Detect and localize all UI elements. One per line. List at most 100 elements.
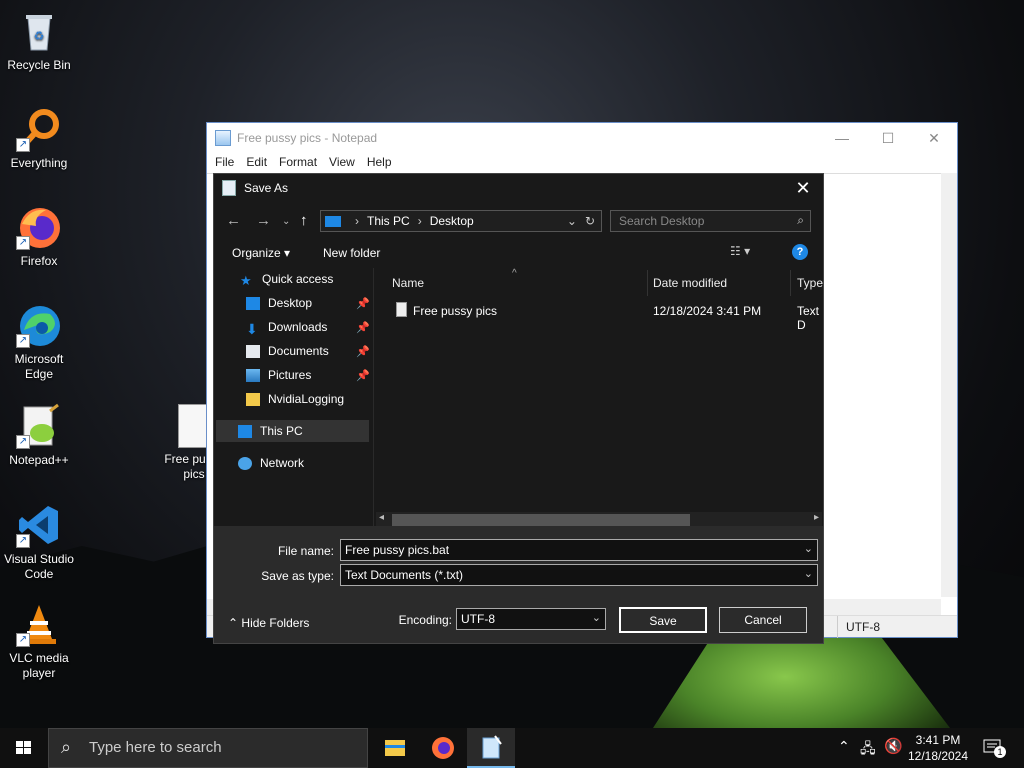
menu-file[interactable]: File (209, 153, 240, 173)
column-header-name[interactable]: Name (392, 276, 424, 290)
system-clock[interactable]: 3:41 PM 12/18/2024 (904, 732, 972, 764)
pin-icon[interactable]: 📌 (356, 369, 370, 382)
menu-edit[interactable]: Edit (240, 153, 273, 173)
search-input[interactable]: Search Desktop ⌕ (610, 210, 811, 232)
show-hidden-icons-chevron-icon[interactable]: ⌃ (838, 738, 850, 755)
text-file-icon (178, 404, 208, 448)
chevron-down-icon[interactable]: ⌄ (804, 542, 813, 555)
svg-text:♻: ♻ (34, 29, 45, 43)
notepad-icon (215, 130, 231, 146)
desktop-icon-everything[interactable]: ↗ Everything (3, 106, 75, 171)
nav-this-pc[interactable]: This PC (216, 420, 369, 442)
organize-button[interactable]: Organize ▾ (232, 246, 290, 260)
desktop-icon-microsoft-edge[interactable]: ↗ Microsoft Edge (3, 302, 75, 382)
file-name-label: File name: (277, 544, 334, 558)
network-icon[interactable]: 🖧 (860, 738, 876, 762)
action-center-button[interactable]: 1 (982, 736, 1006, 760)
taskbar-notepad[interactable] (467, 728, 515, 768)
volume-muted-icon[interactable]: 🔇 (884, 737, 903, 755)
status-encoding: UTF-8 (837, 616, 880, 638)
column-separator[interactable] (647, 270, 648, 296)
dialog-title: Save As (244, 181, 289, 195)
column-separator[interactable] (790, 270, 791, 296)
desktop-icon-label: Everything (10, 156, 68, 170)
help-icon[interactable]: ? (792, 244, 808, 260)
save-as-dialog: Save As ✕ ← → ⌄ ↑ › This PC › Desktop ⌄ … (213, 173, 824, 644)
this-pc-icon (325, 215, 341, 227)
file-name-input[interactable]: Free pussy pics.bat ⌄ (340, 539, 818, 561)
desktop-icon-firefox[interactable]: ↗ Firefox (3, 204, 75, 269)
command-bar: Organize ▾ New folder ☷ ▾ ? (214, 240, 823, 266)
search-placeholder: Search Desktop (619, 214, 705, 228)
cancel-button[interactable]: Cancel (719, 607, 807, 633)
taskbar-file-explorer[interactable] (371, 728, 419, 768)
pin-icon[interactable]: 📌 (356, 321, 370, 334)
pin-icon[interactable]: 📌 (356, 345, 370, 358)
new-folder-button[interactable]: New folder (323, 246, 380, 260)
minimize-icon[interactable]: — (819, 130, 865, 147)
navigation-pane: ★ Quick access Desktop 📌 ⬇ Downloads 📌 D… (214, 268, 371, 526)
chevron-down-icon[interactable]: ⌄ (592, 611, 601, 624)
save-as-type-select[interactable]: Text Documents (*.txt) ⌄ (340, 564, 818, 586)
nav-network[interactable]: Network (238, 452, 304, 474)
horizontal-scrollbar[interactable]: ◂ ▸ (376, 512, 822, 526)
scroll-right-icon[interactable]: ▸ (814, 512, 819, 523)
save-button[interactable]: Save (619, 607, 707, 633)
breadcrumb-separator-icon: › (355, 214, 359, 228)
file-date: 12/18/2024 3:41 PM (653, 304, 762, 318)
taskbar-search-box[interactable]: ⌕ Type here to search (48, 728, 368, 768)
download-arrow-icon: ⬇ (246, 320, 258, 337)
nav-quick-access[interactable]: ★ Quick access (240, 268, 333, 290)
chevron-down-icon[interactable]: ⌄ (567, 214, 577, 228)
chevron-down-icon[interactable]: ⌄ (804, 567, 813, 580)
nav-nvidialogging[interactable]: NvidiaLogging (246, 388, 344, 410)
desktop-icon-vlc[interactable]: ↗ VLC media player (3, 601, 75, 681)
menu-format[interactable]: Format (273, 153, 323, 173)
close-icon[interactable]: ✕ (911, 130, 957, 147)
encoding-select[interactable]: UTF-8 ⌄ (456, 608, 606, 630)
up-arrow-icon[interactable]: ↑ (300, 212, 308, 229)
view-options-icon[interactable]: ☷ ▾ (730, 244, 750, 258)
recent-chevron-down-icon[interactable]: ⌄ (282, 216, 290, 227)
scroll-left-icon[interactable]: ◂ (379, 512, 384, 523)
shortcut-arrow-icon: ↗ (16, 435, 30, 449)
menu-help[interactable]: Help (361, 153, 398, 173)
desktop-folder-icon (246, 296, 260, 310)
vertical-scrollbar[interactable] (941, 173, 957, 597)
column-header-type[interactable]: Type (797, 276, 823, 290)
taskbar-firefox[interactable] (419, 728, 467, 768)
notepad-icon (482, 735, 502, 759)
close-icon[interactable]: ✕ (783, 178, 823, 199)
vscode-icon: ↗ (16, 502, 62, 548)
desktop-icon-vscode[interactable]: ↗ Visual Studio Code (3, 502, 75, 582)
desktop-icon-recycle-bin[interactable]: ♻ Recycle Bin (3, 8, 75, 73)
breadcrumb-desktop[interactable]: Desktop (430, 214, 474, 228)
scrollbar-thumb[interactable] (392, 514, 690, 526)
menu-view[interactable]: View (323, 153, 361, 173)
desktop-icon-notepad-plus-plus[interactable]: ↗ Notepad++ (3, 403, 75, 468)
hide-folders-button[interactable]: ⌃ Hide Folders (228, 616, 309, 630)
dialog-title-bar[interactable]: Save As ✕ (214, 174, 823, 202)
file-name: Free pussy pics (413, 304, 498, 318)
breadcrumb-this-pc[interactable]: This PC (367, 214, 410, 228)
refresh-icon[interactable]: ↻ (585, 214, 595, 228)
text-file-icon (396, 302, 407, 317)
desktop-icon-label: VLC media player (9, 651, 69, 680)
maximize-icon[interactable]: ☐ (865, 130, 911, 147)
clock-time: 3:41 PM (915, 733, 961, 747)
vlc-cone-icon: ↗ (16, 601, 62, 647)
address-bar[interactable]: › This PC › Desktop ⌄ ↻ (320, 210, 602, 232)
desktop-icon-label: Visual Studio Code (4, 552, 74, 581)
windows-logo-icon (16, 741, 31, 754)
taskbar: ⌕ Type here to search ⌃ 🖧 🔇 3:41 PM 12/1… (0, 728, 1024, 768)
notepad-title-bar[interactable]: Free pussy pics - Notepad — ☐ ✕ (207, 123, 957, 153)
this-pc-icon (238, 424, 252, 438)
desktop-icon-label: Microsoft Edge (14, 352, 64, 381)
column-header-date-modified[interactable]: Date modified (653, 276, 727, 290)
back-arrow-icon[interactable]: ← (226, 212, 241, 229)
start-button[interactable] (0, 728, 48, 768)
taskbar-search-placeholder: Type here to search (89, 739, 222, 756)
shortcut-arrow-icon: ↗ (16, 236, 30, 250)
forward-arrow-icon[interactable]: → (256, 212, 271, 229)
pin-icon[interactable]: 📌 (356, 297, 370, 310)
